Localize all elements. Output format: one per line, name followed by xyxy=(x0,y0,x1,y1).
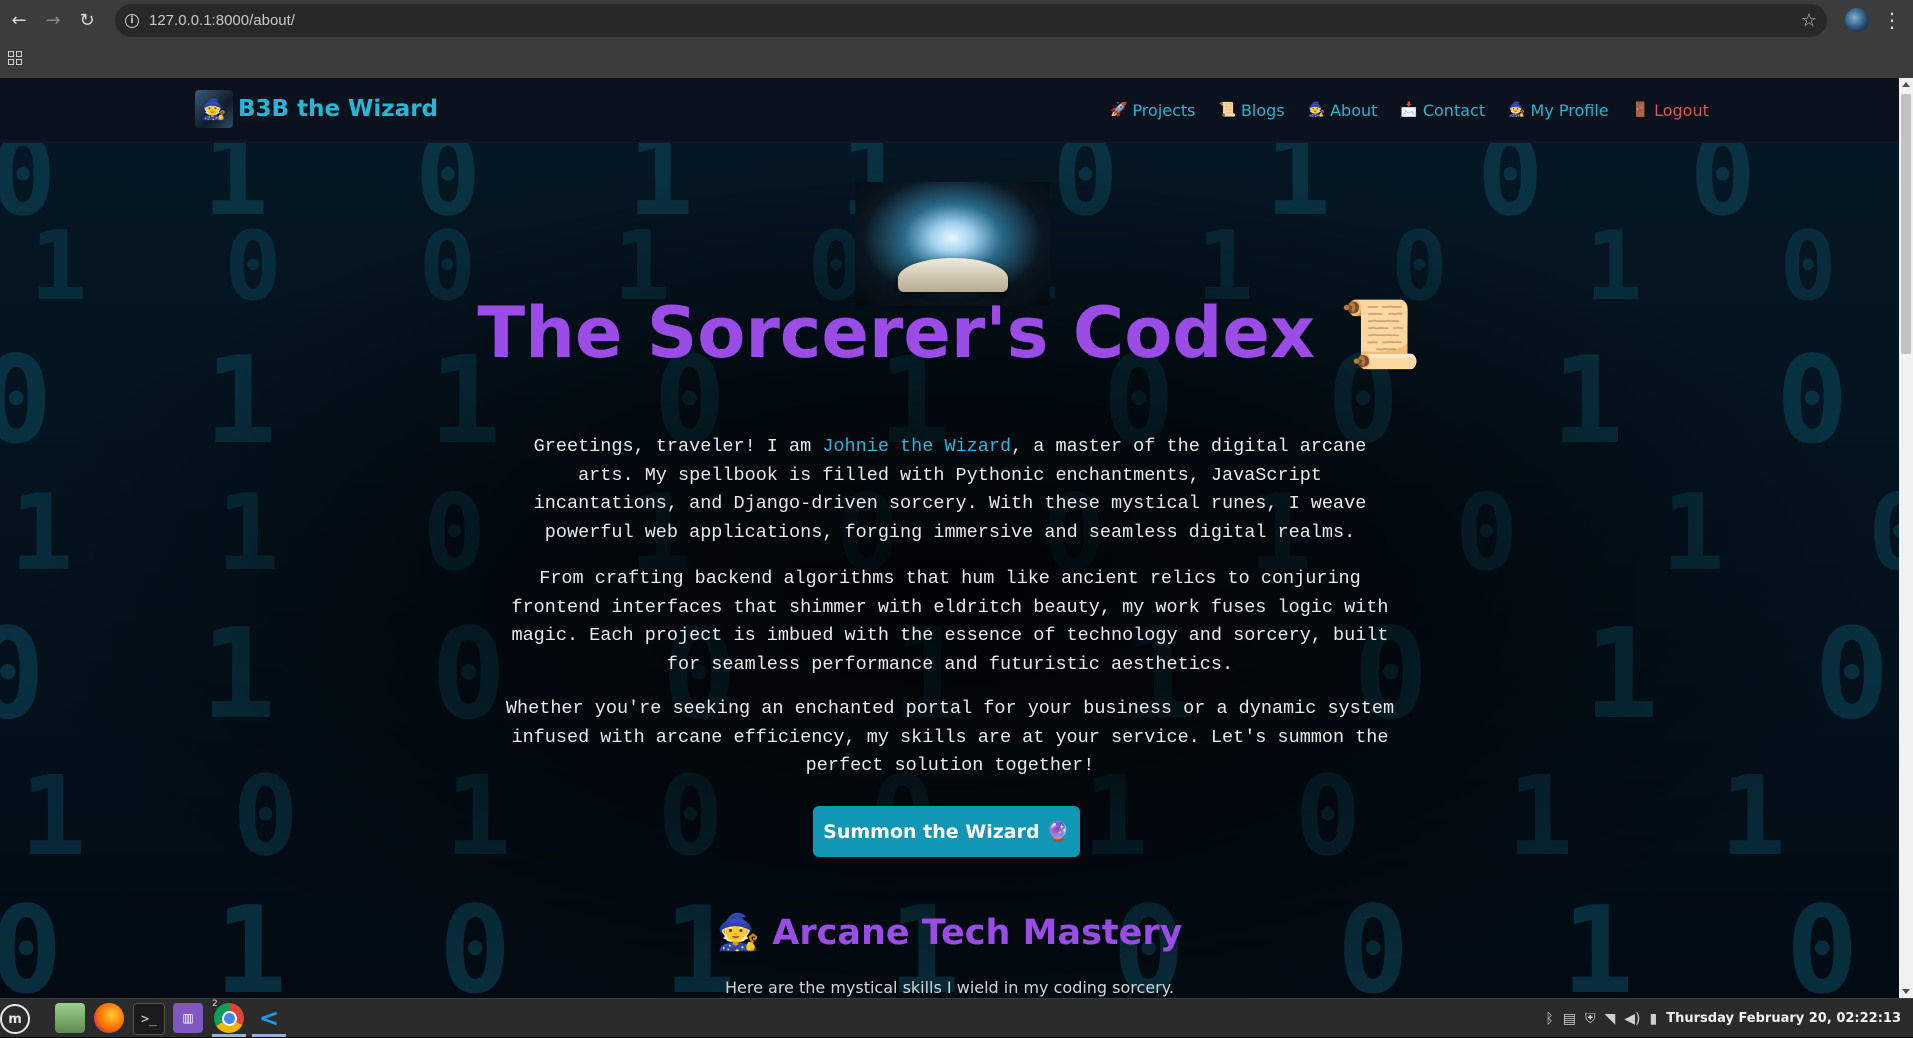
nav-logout[interactable]: 🚪 Logout xyxy=(1632,101,1709,120)
os-taskbar: m >_ ▥ 2 < ᛒ ▤ ⛨ ◥ ◀) ▮ Thursday Februar… xyxy=(0,998,1913,1037)
skills-title: 🧙 Arcane Tech Mastery xyxy=(0,912,1899,953)
rocket-icon: 🚀 xyxy=(1110,102,1128,118)
wizard-icon: 🧙 xyxy=(1307,102,1326,118)
wizard-icon: 🧙 xyxy=(716,913,761,953)
nav-projects-label: Projects xyxy=(1132,100,1196,120)
nav-links: 🚀 Projects 📜 Blogs 🧙 About 📩 Contact 🧙 M… xyxy=(1110,78,1732,142)
bluetooth-icon[interactable]: ᛒ xyxy=(1545,1011,1553,1027)
scroll-icon: 📜 xyxy=(1218,102,1236,118)
envelope-icon: 📩 xyxy=(1400,102,1418,118)
url-text[interactable]: 127.0.0.1:8000/about/ xyxy=(149,12,295,29)
services-paragraph: Whether you're seeking an enchanted port… xyxy=(505,698,1395,776)
summon-wizard-button[interactable]: Summon the Wizard 🔮 xyxy=(813,806,1080,857)
nav-blogs[interactable]: 📜 Blogs xyxy=(1219,101,1285,120)
files-app-icon[interactable] xyxy=(55,1003,85,1033)
intro-text-start: Greetings, traveler! I am xyxy=(533,436,823,457)
bookmarks-bar xyxy=(0,41,1913,78)
brand-link[interactable]: 🧙 B3B the Wizard xyxy=(195,90,438,128)
skills-subtitle: Here are the mystical skills I wield in … xyxy=(724,978,1175,997)
nav-contact[interactable]: 📩 Contact xyxy=(1400,101,1485,120)
firefox-icon[interactable] xyxy=(94,1003,124,1033)
about-section: The Sorcerer's Codex 📜 Greetings, travel… xyxy=(0,142,1899,998)
start-menu-icon[interactable]: m xyxy=(0,1004,30,1034)
forward-icon[interactable]: → xyxy=(38,6,68,36)
site-navbar: 🧙 B3B the Wizard 🚀 Projects 📜 Blogs 🧙 Ab… xyxy=(0,78,1899,143)
battery-icon[interactable]: ▮ xyxy=(1650,1011,1658,1027)
nav-about[interactable]: 🧙 About xyxy=(1308,101,1378,120)
browser-menu-icon[interactable]: ⋮ xyxy=(1882,8,1902,32)
volume-icon[interactable]: ◀) xyxy=(1624,1011,1640,1027)
glowing-book-image xyxy=(855,182,1050,306)
terminal-icon[interactable]: >_ xyxy=(133,1003,165,1035)
site-info-icon[interactable]: i xyxy=(125,13,139,28)
nav-blogs-label: Blogs xyxy=(1240,100,1285,120)
door-icon: 🚪 xyxy=(1631,102,1650,118)
nav-contact-label: Contact xyxy=(1422,100,1486,120)
chrome-icon[interactable] xyxy=(214,1003,244,1033)
intro-paragraph: Greetings, traveler! I am Johnie the Wiz… xyxy=(505,433,1395,547)
clipboard-icon[interactable]: ▤ xyxy=(1563,1011,1576,1027)
nav-my-profile[interactable]: 🧙 My Profile xyxy=(1508,101,1609,120)
address-bar[interactable]: i 127.0.0.1:8000/about/ ☆ xyxy=(115,4,1827,37)
wizard-name-highlight: Johnie the Wizard xyxy=(822,436,1012,457)
scroll-down-arrow-icon[interactable] xyxy=(1902,989,1910,994)
nav-projects[interactable]: 🚀 Projects xyxy=(1110,101,1196,120)
scroll-up-arrow-icon[interactable] xyxy=(1902,82,1910,87)
clock[interactable]: Thursday February 20, 02:22:13 xyxy=(1666,1011,1901,1026)
bookmark-star-icon[interactable]: ☆ xyxy=(1801,10,1817,31)
wizard-icon: 🧙 xyxy=(1508,102,1526,118)
system-monitor-icon[interactable]: ▥ xyxy=(173,1003,203,1033)
shield-icon[interactable]: ⛨ xyxy=(1585,1011,1596,1027)
scrollbar-thumb[interactable] xyxy=(1901,94,1911,354)
back-icon[interactable]: ← xyxy=(4,6,34,36)
page-viewport: 0 1 0 1 1 0 1 0 0 1 0 0 1 1 1 0 0 1 0 1 … xyxy=(0,78,1899,998)
wifi-icon[interactable]: ◥ xyxy=(1605,1011,1616,1027)
apps-grid-icon[interactable] xyxy=(8,51,22,65)
page-title-text: The Sorcerer's Codex xyxy=(477,292,1316,374)
nav-my-profile-label: My Profile xyxy=(1530,100,1609,120)
skills-title-text: Arcane Tech Mastery xyxy=(772,913,1183,953)
page-title: The Sorcerer's Codex 📜 xyxy=(0,292,1899,374)
system-tray: ᛒ ▤ ⛨ ◥ ◀) ▮ Thursday February 20, 02:22… xyxy=(1545,999,1913,1038)
wizard-logo-icon: 🧙 xyxy=(195,90,233,128)
scroll-icon: 📜 xyxy=(1339,296,1422,373)
work-paragraph: From crafting backend algorithms that hu… xyxy=(511,568,1389,675)
nav-logout-label: Logout xyxy=(1654,100,1709,120)
browser-toolbar: ← → ↻ i 127.0.0.1:8000/about/ ☆ ⋮ xyxy=(0,0,1913,41)
vscode-icon[interactable]: < xyxy=(254,1003,284,1033)
nav-about-label: About xyxy=(1330,100,1378,120)
open-book-shape xyxy=(897,258,1008,292)
page-scrollbar[interactable] xyxy=(1899,78,1913,998)
reload-icon[interactable]: ↻ xyxy=(72,6,102,36)
brand-name: B3B the Wizard xyxy=(238,96,439,122)
profile-avatar[interactable] xyxy=(1845,8,1869,32)
